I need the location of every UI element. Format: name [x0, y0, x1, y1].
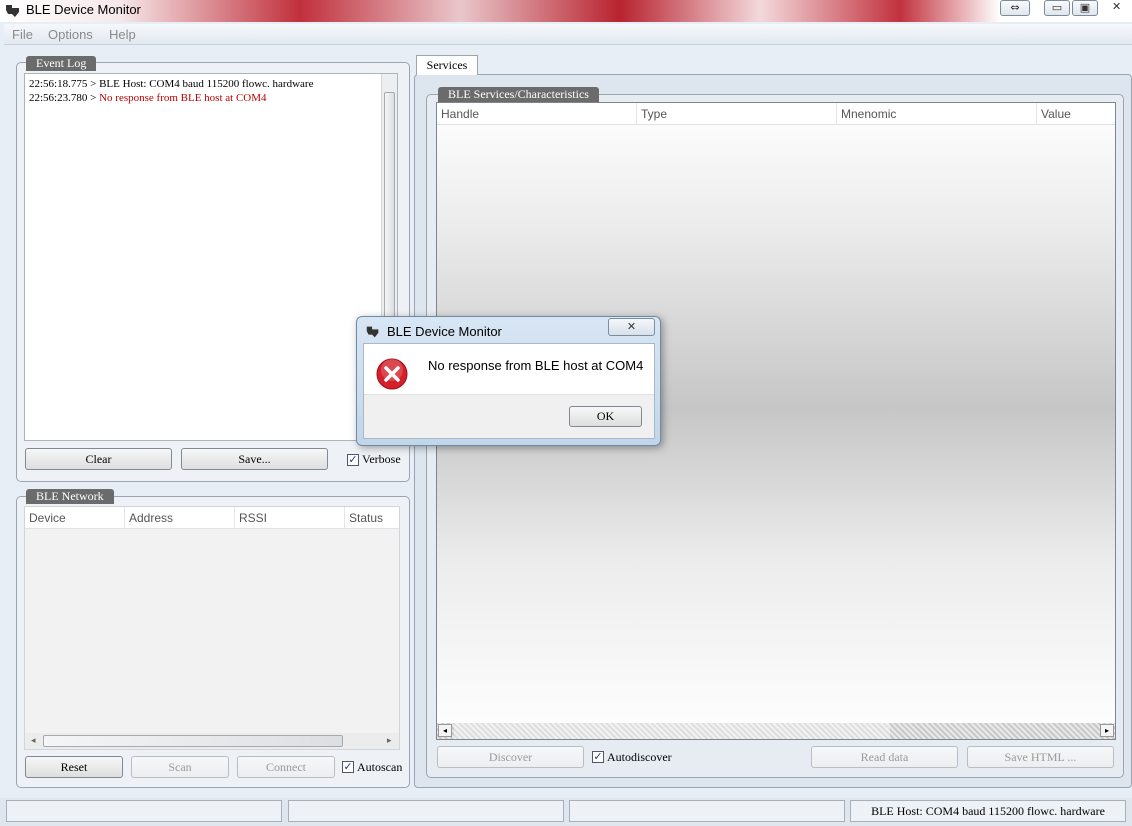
- reset-button[interactable]: Reset: [25, 756, 123, 778]
- services-hscrollbar[interactable]: ◂ ▸: [437, 723, 1115, 739]
- event-log-area[interactable]: 22:56:18.775 > BLE Host: COM4 baud 11520…: [24, 73, 398, 441]
- close-button[interactable]: ✕: [1112, 0, 1121, 13]
- col-status[interactable]: Status: [345, 507, 399, 529]
- scroll-right-icon[interactable]: ▸: [387, 736, 392, 746]
- network-hscrollbar[interactable]: ◂ ▸: [25, 733, 399, 749]
- col-type[interactable]: Type: [637, 103, 837, 125]
- services-table-header: Handle Type Mnenomic Value: [437, 103, 1115, 125]
- scroll-thumb[interactable]: [454, 723, 890, 739]
- scan-button[interactable]: Scan: [131, 756, 229, 778]
- col-handle[interactable]: Handle: [437, 103, 637, 125]
- connect-button[interactable]: Connect: [237, 756, 335, 778]
- event-log-title: Event Log: [26, 56, 97, 71]
- tab-services[interactable]: Services: [416, 55, 478, 75]
- scroll-right-icon[interactable]: ▸: [1100, 724, 1114, 737]
- window-title: BLE Device Monitor: [26, 2, 141, 17]
- clear-button[interactable]: Clear: [25, 448, 172, 470]
- dialog-message: No response from BLE host at COM4: [428, 358, 644, 373]
- minimize-button[interactable]: ▭: [1044, 0, 1070, 16]
- network-table-header: Device Address RSSI Status: [25, 507, 399, 529]
- ble-network-list[interactable]: Device Address RSSI Status ◂ ▸: [24, 506, 400, 750]
- discover-button[interactable]: Discover: [437, 746, 584, 768]
- ok-button[interactable]: OK: [569, 406, 642, 427]
- title-bar[interactable]: BLE Device Monitor ⇔ ▭ ▣ ✕: [0, 0, 1132, 22]
- col-rssi[interactable]: RSSI: [235, 507, 345, 529]
- col-device[interactable]: Device: [25, 507, 125, 529]
- status-cell: [6, 800, 282, 822]
- menu-bar: File Options Help: [4, 24, 1132, 45]
- verbose-label: Verbose: [362, 452, 401, 466]
- menu-help[interactable]: Help: [109, 27, 136, 42]
- error-dialog: BLE Device Monitor ✕ No response from BL…: [356, 316, 661, 446]
- status-host-info: BLE Host: COM4 baud 115200 flowc. hardwa…: [850, 800, 1126, 822]
- ti-logo-icon: [366, 326, 379, 338]
- scroll-thumb[interactable]: [43, 735, 343, 747]
- autoscan-label: Autoscan: [357, 760, 403, 774]
- read-data-button[interactable]: Read data: [811, 746, 958, 768]
- maximize-button[interactable]: ▣: [1072, 0, 1098, 16]
- autodiscover-checkbox[interactable]: ✓: [592, 751, 604, 763]
- menu-options[interactable]: Options: [48, 27, 93, 42]
- ti-logo-icon: [6, 5, 19, 17]
- save-html-button[interactable]: Save HTML ...: [967, 746, 1114, 768]
- col-mnemonic[interactable]: Mnenomic: [837, 103, 1037, 125]
- status-cell: [288, 800, 564, 822]
- col-address[interactable]: Address: [125, 507, 235, 529]
- status-cell: [569, 800, 845, 822]
- restore-icon[interactable]: ⇔: [1000, 0, 1030, 16]
- col-value[interactable]: Value: [1037, 103, 1115, 125]
- log-line: 22:56:23.780 > No response from BLE host…: [29, 92, 267, 104]
- error-icon: [376, 358, 408, 390]
- menu-file[interactable]: File: [12, 27, 33, 42]
- status-bar: BLE Host: COM4 baud 115200 flowc. hardwa…: [0, 798, 1132, 826]
- autoscan-checkbox[interactable]: ✓: [342, 761, 354, 773]
- save-button[interactable]: Save...: [181, 448, 328, 470]
- autodiscover-label: Autodiscover: [607, 750, 672, 764]
- log-line: 22:56:18.775 > BLE Host: COM4 baud 11520…: [29, 78, 314, 90]
- scroll-left-icon[interactable]: ◂: [438, 724, 452, 737]
- dialog-title: BLE Device Monitor: [387, 324, 502, 339]
- ble-network-title: BLE Network: [26, 489, 114, 504]
- scroll-left-icon[interactable]: ◂: [31, 736, 36, 746]
- dialog-footer: OK: [364, 394, 654, 438]
- verbose-checkbox[interactable]: ✓: [347, 454, 359, 466]
- dialog-close-button[interactable]: ✕: [608, 318, 655, 336]
- dialog-body: No response from BLE host at COM4 OK: [363, 343, 655, 439]
- ble-services-title: BLE Services/Characteristics: [438, 87, 599, 102]
